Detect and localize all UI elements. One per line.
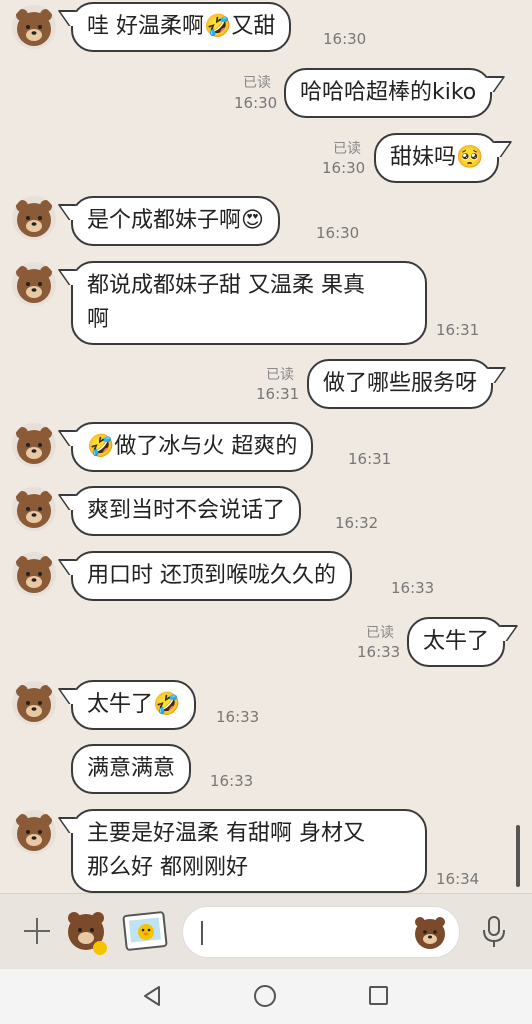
message-time: 16:32 [335,514,379,532]
message-bubble[interactable]: 🤣做了冰与火 超爽的 [71,422,314,472]
message-time: 16:33 [210,772,254,790]
read-receipt: 已读 [266,367,294,383]
contact-avatar[interactable] [12,262,56,306]
bear-avatar-icon [16,427,52,464]
bear-avatar-icon [16,266,52,303]
message-time: 16:33 [216,708,260,726]
message-bubble[interactable]: 哈哈哈超棒的kiko [284,68,493,118]
bear-avatar-icon [16,491,52,528]
system-navigation-bar [0,969,532,1024]
message-bubble[interactable]: 满意满意 [71,744,192,794]
contact-avatar[interactable] [12,5,56,49]
bear-avatar-icon [16,814,52,851]
message-time: 16:34 [436,870,480,888]
back-triangle-icon[interactable] [140,984,164,1012]
contact-avatar[interactable] [12,487,56,531]
message-bubble[interactable]: 爽到当时不会说话了 [71,486,302,536]
message-time: 16:31 [348,450,392,468]
message-bubble[interactable]: 主要是好温柔 有甜啊 身材又 那么好 都刚刚好 [71,809,427,893]
bear-avatar-icon [16,556,52,593]
photo-icon[interactable] [122,910,168,952]
read-receipt: 已读 [243,75,271,91]
message-bubble[interactable]: 太牛了🤣 [71,680,197,730]
input-bar [0,893,532,970]
message-bubble[interactable]: 用口时 还顶到喉咙久久的 [71,551,352,601]
message-bubble[interactable]: 是个成都妹子啊😍 [71,196,280,246]
read-receipt: 已读 [366,625,394,641]
message-time: 16:30 [234,94,278,112]
message-bubble[interactable]: 哇 好温柔啊🤣又甜 [71,2,292,52]
contact-avatar[interactable] [12,552,56,596]
bear-avatar-icon [16,200,52,237]
message-time: 16:30 [323,30,367,48]
bear-sticker-icon[interactable] [62,908,110,956]
plus-icon[interactable] [22,916,52,946]
bear-emoji-icon[interactable] [411,913,449,951]
message-bubble[interactable]: 都说成都妹子甜 又温柔 果真 啊 [71,261,427,345]
message-bubble[interactable]: 做了哪些服务呀 [307,359,494,409]
message-time: 16:33 [357,643,401,661]
message-time: 16:31 [436,321,480,339]
message-time: 16:33 [391,579,435,597]
bear-avatar-icon [16,9,52,46]
contact-avatar[interactable] [12,810,56,854]
recent-square-icon[interactable] [369,986,388,1005]
contact-avatar[interactable] [12,423,56,467]
chat-area[interactable]: 哇 好温柔啊🤣又甜 16:30 已读 16:30 哈哈哈超棒的kiko 已读 1… [0,0,532,893]
message-bubble[interactable]: 太牛了 [407,617,506,667]
scrollbar[interactable] [516,825,520,887]
bear-avatar-icon [16,685,52,722]
contact-avatar[interactable] [12,681,56,725]
message-time: 16:30 [322,159,366,177]
message-time: 16:31 [256,385,300,403]
read-receipt: 已读 [333,141,361,157]
microphone-icon[interactable] [478,914,510,950]
message-bubble[interactable]: 甜妹吗🥺 [374,133,500,183]
home-circle-icon[interactable] [254,985,276,1007]
message-input[interactable] [182,906,460,958]
message-time: 16:30 [316,224,360,242]
text-caret [201,921,203,945]
contact-avatar[interactable] [12,196,56,240]
